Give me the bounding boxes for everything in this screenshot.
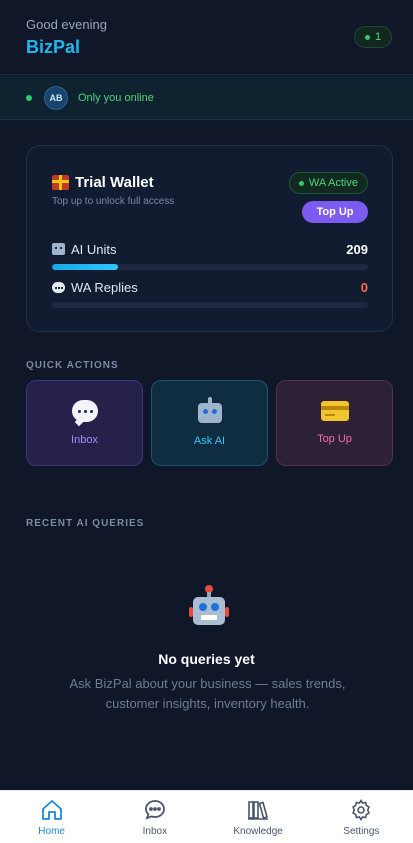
app-header: Good evening BizPal 1: [0, 0, 413, 75]
wa-replies-label: WA Replies: [71, 279, 138, 295]
ai-units-progress-bar: [52, 264, 368, 270]
brand-name: BizPal: [26, 37, 81, 57]
quick-action-label: Top Up: [317, 433, 352, 445]
ai-units-value: 209: [346, 241, 368, 257]
ai-units-row: AI Units 209: [52, 240, 368, 258]
tab-knowledge[interactable]: Knowledge: [207, 791, 310, 843]
presence-status-text: Only you online: [78, 91, 154, 104]
presence-bar: AB Only you online: [0, 76, 413, 120]
quick-action-inbox[interactable]: Inbox: [26, 380, 143, 466]
tab-label: Home: [38, 825, 65, 837]
quick-action-ask-ai[interactable]: Ask AI: [151, 380, 268, 466]
wa-replies-value: 0: [360, 279, 368, 295]
tab-home[interactable]: Home: [0, 791, 103, 843]
trial-wallet-card: Trial Wallet Top up to unlock full acces…: [26, 145, 393, 332]
bottom-tab-bar: Home Inbox Knowledge Settings: [0, 790, 413, 843]
gear-icon: [352, 798, 371, 821]
online-count: 1: [374, 31, 382, 43]
robot-icon: [197, 397, 222, 423]
chat-bubble-icon: [71, 400, 98, 422]
ai-units-label: AI Units: [71, 241, 117, 257]
empty-state-description: Ask BizPal about your business — sales t…: [69, 676, 346, 711]
credit-card-icon: [320, 401, 349, 421]
wallet-subtitle: Top up to unlock full access: [52, 196, 175, 207]
empty-state-title: No queries yet: [158, 651, 255, 667]
robot-icon: [52, 243, 65, 255]
ai-units-progress-fill: [52, 264, 119, 270]
quick-action-label: Inbox: [71, 434, 98, 446]
home-icon: [41, 799, 62, 820]
quick-actions-heading: QUICK ACTIONS: [26, 360, 119, 371]
greeting-text: Good evening: [26, 17, 107, 32]
active-dot-icon: [298, 180, 304, 186]
books-icon: [248, 800, 269, 820]
wallet-title: Trial Wallet: [52, 174, 154, 191]
wa-status-badge: WA Active: [288, 172, 368, 194]
avatar[interactable]: AB: [44, 85, 68, 110]
wallet-title-text: Trial Wallet: [75, 174, 154, 191]
wa-replies-row: WA Replies 0: [52, 278, 368, 296]
status-dot-icon: [364, 34, 370, 40]
tab-label: Settings: [343, 825, 380, 837]
gift-icon: [52, 175, 69, 190]
online-count-badge[interactable]: 1: [354, 26, 392, 48]
top-up-button[interactable]: Top Up: [302, 201, 368, 223]
tab-inbox[interactable]: Inbox: [103, 791, 206, 843]
online-dot-icon: [26, 94, 32, 101]
wa-status-text: WA Active: [308, 177, 358, 189]
quick-action-top-up[interactable]: Top Up: [276, 380, 393, 466]
quick-action-label: Ask AI: [193, 435, 226, 447]
robot-icon: [189, 585, 229, 627]
tab-label: Inbox: [142, 825, 168, 837]
chat-icon: [144, 799, 165, 819]
tab-label: Knowledge: [233, 825, 283, 837]
wa-replies-progress-bar: [52, 302, 368, 308]
tab-settings[interactable]: Settings: [310, 791, 413, 843]
chat-bubble-icon: [52, 281, 65, 293]
recent-queries-heading: RECENT AI QUERIES: [26, 518, 145, 529]
